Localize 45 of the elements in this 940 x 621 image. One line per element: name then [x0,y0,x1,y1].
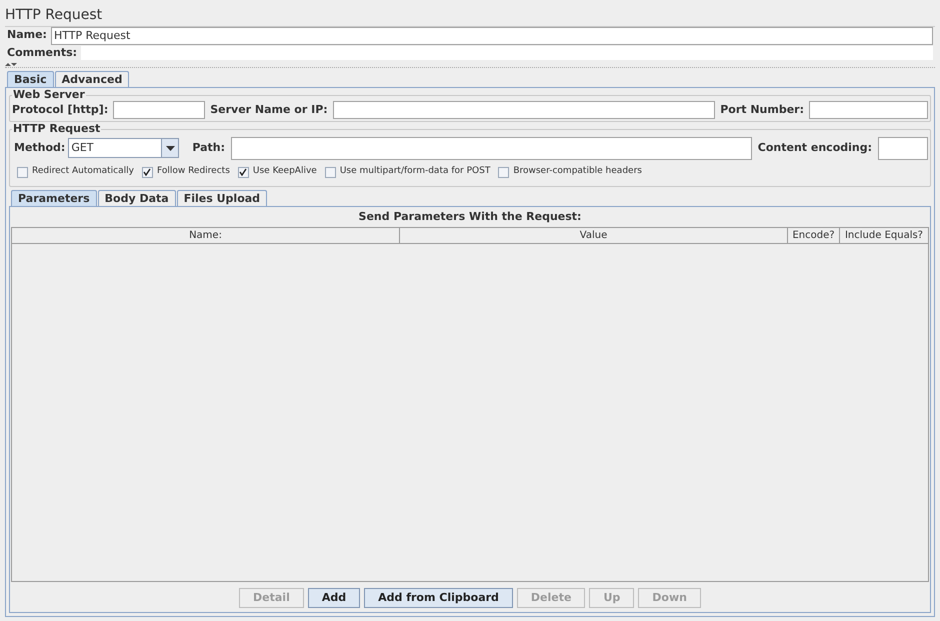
checkbox-option[interactable]: Follow Redirects [142,165,230,179]
method-dropdown[interactable]: GET [68,138,180,158]
field-label: Method: [14,140,66,156]
checkbox-option[interactable]: Use KeepAlive [238,165,317,179]
input-field[interactable]: HTTP Request [50,26,933,44]
action-button[interactable]: Add from Clipboard [364,588,513,608]
field-label: Port Number: [720,102,804,118]
field-label: Path: [192,140,226,156]
input-field[interactable] [113,101,206,119]
panel-title: HTTP Request [5,6,104,25]
column-header[interactable]: Encode? [788,228,840,243]
tab[interactable]: Files Upload [176,190,268,206]
column-header[interactable]: Include Equals? [840,228,928,243]
action-button[interactable]: Add [308,588,360,608]
input-field[interactable] [878,136,928,160]
group-title: HTTP Request [12,123,102,135]
input-field[interactable] [231,136,752,160]
tab[interactable]: Advanced [54,71,130,87]
input-field[interactable] [809,101,928,119]
checkbox[interactable] [142,166,153,178]
tab[interactable]: Parameters [11,190,97,206]
checkbox-option[interactable]: Redirect Automatically [17,165,134,179]
checkmark-icon [239,168,248,176]
tab[interactable]: Basic [7,71,54,87]
checkbox[interactable] [17,166,28,178]
checkmark-icon [143,168,152,176]
checkbox[interactable] [498,166,510,178]
dropdown-arrow-icon [166,146,175,150]
table-caption: Send Parameters With the Request: [358,209,582,225]
field-label: Name: [7,27,47,44]
group-title: Web Server [12,89,86,101]
field-label: Server Name or IP: [210,102,328,118]
field-label: Comments: [7,44,78,61]
checkbox[interactable] [324,166,336,178]
column-header[interactable]: Name: [12,228,400,243]
tab[interactable]: Body Data [98,190,176,206]
splitter-arrows-icon[interactable] [5,62,17,67]
comments-field[interactable] [81,46,933,60]
field-label: Protocol [http]: [12,102,108,118]
column-header[interactable]: Value [400,228,788,243]
input-field[interactable] [332,101,716,119]
checkbox-option[interactable]: Browser-compatible headers [498,165,642,179]
checkbox[interactable] [238,166,249,178]
checkbox-option[interactable]: Use multipart/form-data for POST [324,165,490,179]
field-label: Content encoding: [758,140,872,156]
